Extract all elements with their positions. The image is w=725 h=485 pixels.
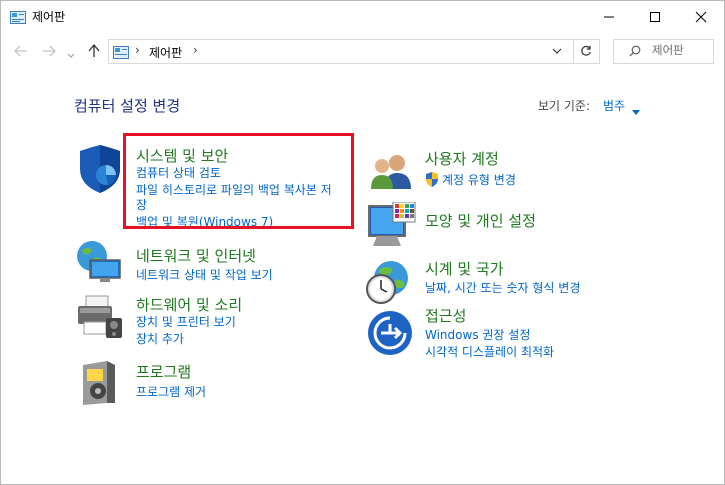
network-globe-icon[interactable] <box>74 240 122 288</box>
ease-of-access-icon[interactable] <box>367 310 413 360</box>
shield-icon[interactable] <box>76 145 122 197</box>
back-arrow-icon[interactable] <box>14 45 28 61</box>
recent-chevron-icon[interactable] <box>67 48 75 63</box>
maximize-icon <box>650 12 660 22</box>
clock-region-title[interactable]: 시계 및 국가 <box>425 258 504 279</box>
highlight-box <box>123 133 354 229</box>
address-bar[interactable]: › 제어판 › <box>108 39 574 64</box>
control-panel-icon <box>113 44 129 63</box>
uninstall-program-link[interactable]: 프로그램 제거 <box>136 385 206 400</box>
hardware-sound-title[interactable]: 하드웨어 및 소리 <box>136 294 242 315</box>
control-panel-window: 제어판 › 제어판 › 제어판 컴퓨터 설정 변경 보기 기준: 범주 시스템 … <box>0 0 725 485</box>
view-by-dropdown-arrow-icon[interactable] <box>632 100 640 119</box>
programs-title[interactable]: 프로그램 <box>136 361 191 382</box>
address-dropdown-icon[interactable] <box>551 43 563 62</box>
ease-of-access-title[interactable]: 접근성 <box>425 305 466 326</box>
optimize-visual-display-link[interactable]: 시각적 디스플레이 최적화 <box>425 345 554 360</box>
appearance-icon[interactable] <box>367 201 417 252</box>
date-time-format-link[interactable]: 날짜, 시간 또는 숫자 형식 변경 <box>425 281 580 296</box>
control-panel-icon <box>10 9 26 28</box>
network-status-link[interactable]: 네트워크 상태 및 작업 보기 <box>136 268 273 283</box>
title-bar[interactable]: 제어판 <box>1 1 724 32</box>
view-by-label: 보기 기준: <box>538 99 591 113</box>
forward-arrow-icon[interactable] <box>42 45 56 61</box>
breadcrumb-chevron-icon[interactable]: › <box>135 43 140 57</box>
programs-icon[interactable] <box>81 359 117 411</box>
user-accounts-icon[interactable] <box>369 153 413 193</box>
search-box[interactable] <box>613 39 714 64</box>
breadcrumb-control-panel[interactable]: 제어판 <box>149 44 182 61</box>
network-internet-title[interactable]: 네트워크 및 인터넷 <box>136 245 256 266</box>
add-device-link[interactable]: 장치 추가 <box>136 332 184 347</box>
printer-icon[interactable] <box>74 294 124 344</box>
devices-printers-link[interactable]: 장치 및 프린터 보기 <box>136 315 236 330</box>
view-by-dropdown[interactable]: 범주 <box>603 97 625 114</box>
change-account-type-link[interactable]: 계정 유형 변경 <box>442 173 516 188</box>
breadcrumb-chevron-icon[interactable]: › <box>193 43 198 57</box>
minimize-icon <box>604 16 614 18</box>
refresh-icon <box>581 45 591 56</box>
windows-recommended-settings-link[interactable]: Windows 권장 설정 <box>425 328 530 343</box>
uac-shield-icon <box>425 172 439 191</box>
search-input[interactable] <box>652 43 710 57</box>
search-icon <box>629 45 641 57</box>
up-arrow-icon[interactable] <box>88 43 100 62</box>
window-title: 제어판 <box>32 10 66 24</box>
page-title: 컴퓨터 설정 변경 <box>74 97 181 115</box>
navigation-bar: › 제어판 › <box>1 32 724 72</box>
minimize-button[interactable] <box>586 1 632 32</box>
clock-globe-icon[interactable] <box>365 258 413 310</box>
appearance-personalization-title[interactable]: 모양 및 개인 설정 <box>425 210 536 231</box>
maximize-button[interactable] <box>632 1 678 32</box>
user-accounts-title[interactable]: 사용자 계정 <box>425 148 499 169</box>
close-button[interactable] <box>678 1 724 32</box>
refresh-button[interactable] <box>573 39 600 64</box>
close-icon <box>695 11 707 23</box>
